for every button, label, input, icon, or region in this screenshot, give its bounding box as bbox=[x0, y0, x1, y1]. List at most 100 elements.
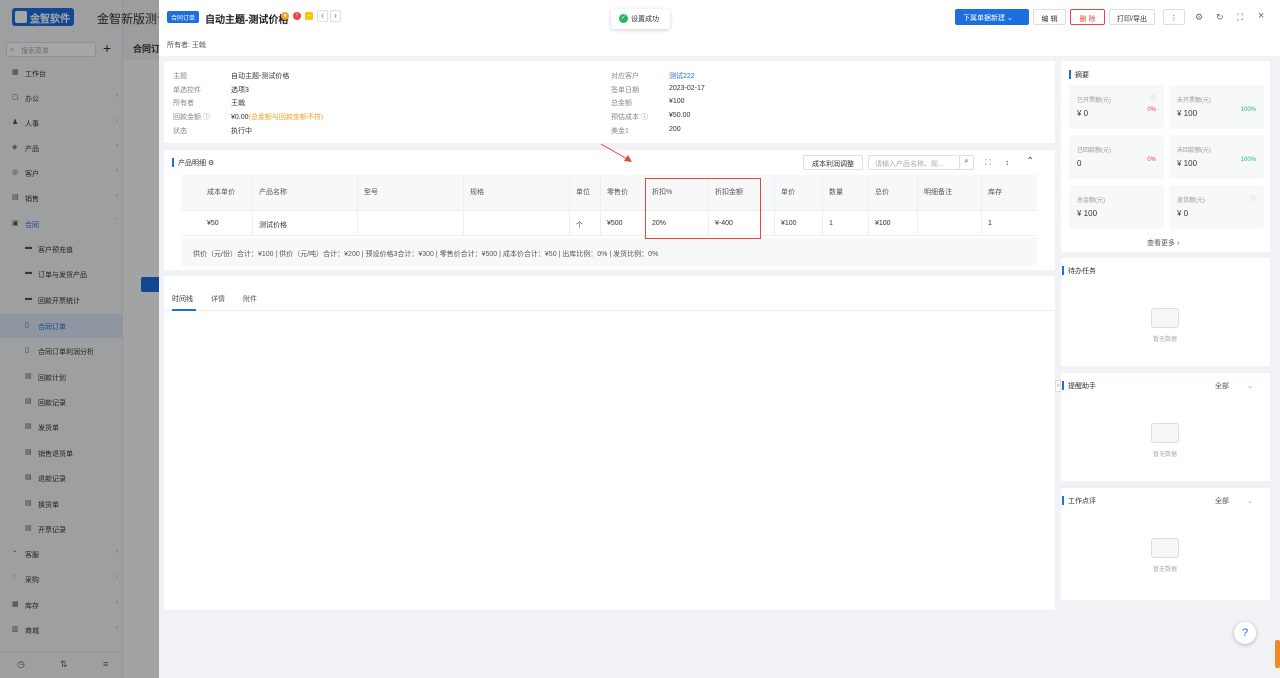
delete-button[interactable]: 删 除 bbox=[1070, 9, 1105, 25]
help-circle-icon[interactable]: ⓘ bbox=[1150, 94, 1156, 103]
empty-text: 暂无数据 bbox=[1152, 567, 1177, 573]
owner-line: 所有者: 王戟 bbox=[167, 40, 206, 50]
stat-value: ¥ 100 bbox=[1177, 109, 1198, 118]
edit-button[interactable]: 编 辑 bbox=[1033, 9, 1066, 25]
stat-label: 未开票额(元) bbox=[1177, 98, 1211, 104]
collapse-handle[interactable]: › bbox=[1055, 380, 1061, 392]
empty-box-icon bbox=[1151, 538, 1179, 558]
settings-icon[interactable]: ⚙ bbox=[1195, 12, 1203, 23]
column-header: 成本单价 bbox=[201, 175, 253, 211]
expand-icon[interactable]: ⛶ bbox=[985, 158, 991, 168]
tab-timeline[interactable]: 时间线 bbox=[172, 294, 193, 304]
info-label-with-help: 预估成本 ⓘ bbox=[611, 112, 648, 122]
refresh-icon[interactable]: ↻ bbox=[1216, 12, 1224, 23]
next-record-button[interactable]: › bbox=[330, 10, 341, 22]
settings-icon[interactable]: ⚙ bbox=[208, 160, 214, 167]
table-cell: ¥500 bbox=[601, 212, 646, 236]
stat-value: ¥ 100 bbox=[1077, 209, 1098, 218]
info-value-amount: ¥0.00 bbox=[231, 114, 249, 121]
help-button[interactable]: ? bbox=[1234, 622, 1256, 644]
info-label: 总金额 bbox=[611, 100, 632, 107]
summary-stat: 总金额(元) ¥ 100 bbox=[1069, 185, 1164, 229]
summary-panel: 摘要 已开票额(元) ¥ 0 0% ⓘ 未开票额(元) ¥ 100 100% 已回款额(元… bbox=[1061, 61, 1270, 252]
stat-value: ¥ 100 bbox=[1177, 159, 1198, 168]
view-more-link[interactable]: 查看更多 › bbox=[1147, 238, 1179, 248]
table-summary-bar: 供价（元/份）合计：¥100 | 供价（元/吨）合计：¥200 | 预设价格3合… bbox=[181, 238, 1037, 266]
column-header: 产品名称 bbox=[253, 175, 358, 211]
fullscreen-icon[interactable]: ⛶ bbox=[1237, 12, 1243, 23]
column-header: 数量 bbox=[823, 175, 869, 211]
print-export-button[interactable]: 打印/导出 bbox=[1109, 9, 1155, 25]
review-title: 工作点评 bbox=[1062, 496, 1096, 506]
alert-icon[interactable]: ! bbox=[293, 12, 301, 20]
table-header: 成本单价 产品名称 型号 规格 单位 零售价 折扣% 折扣金额 单价 数量 总价… bbox=[181, 175, 1037, 211]
search-button[interactable]: ⌕ bbox=[959, 155, 974, 170]
todo-panel: 待办任务 暂无数据 bbox=[1061, 258, 1270, 366]
lock-icon[interactable]: ▪ bbox=[305, 12, 313, 20]
annotation-arrow bbox=[600, 143, 632, 162]
info-label: 回款金额 bbox=[173, 114, 201, 121]
tab-attachments[interactable]: 附件 bbox=[243, 294, 257, 304]
side-floating-tab[interactable] bbox=[1275, 640, 1280, 668]
basic-info-card: 主题 自动主题-测试价格 单选控件 选项3 所有者 王戟 回款金额 ⓘ ¥0.0… bbox=[164, 61, 1055, 143]
new-sub-document-label: 下属单据新建 bbox=[963, 15, 1005, 22]
reminder-filter-select[interactable]: 全部 ⌄ bbox=[1215, 381, 1253, 391]
chevron-right-icon: › bbox=[1176, 240, 1180, 247]
table-cell: ¥100 bbox=[775, 212, 823, 236]
active-tab-indicator bbox=[172, 309, 196, 311]
info-value: 自动主题-测试价格 bbox=[231, 73, 290, 80]
product-name-link[interactable]: 测试价格 bbox=[253, 212, 358, 236]
new-sub-document-button[interactable]: 下属单据新建 ⌄ bbox=[955, 9, 1029, 25]
check-circle-icon: ✓ bbox=[619, 14, 628, 23]
stat-label: 总金额(元) bbox=[1077, 198, 1105, 204]
tab-details[interactable]: 详情 bbox=[211, 294, 225, 304]
summary-stat: 未回款额(元) ¥ 100 100% bbox=[1169, 135, 1264, 179]
product-search-input[interactable]: 请输入产品名称、规... bbox=[868, 155, 960, 170]
more-button[interactable]: ⋮ bbox=[1163, 9, 1185, 25]
info-label: 美金1 bbox=[611, 128, 629, 135]
info-value: 选项3 bbox=[231, 87, 249, 94]
reminder-title: 提醒助手 bbox=[1062, 381, 1096, 391]
prev-record-button[interactable]: ‹ bbox=[317, 10, 328, 22]
toast-message: ✓ 设置成功 bbox=[611, 9, 670, 29]
empty-state: 暂无数据 bbox=[1135, 308, 1195, 343]
table-summary-text: 供价（元/份）合计：¥100 | 供价（元/吨）合计：¥200 | 预设价格3合… bbox=[193, 251, 659, 258]
info-label: 预估成本 bbox=[611, 114, 639, 121]
question-icon: ? bbox=[1241, 627, 1249, 639]
close-icon[interactable]: × bbox=[1258, 10, 1264, 22]
info-value: ¥100 bbox=[669, 98, 685, 105]
info-label-with-help: 回款金额 ⓘ bbox=[173, 112, 210, 122]
stat-value: ¥ 0 bbox=[1177, 209, 1189, 218]
column-header: 规格 bbox=[464, 175, 570, 211]
table-cell bbox=[358, 212, 464, 236]
column-header: 明细备注 bbox=[918, 175, 982, 211]
help-circle-icon[interactable]: ⓘ bbox=[203, 114, 210, 121]
cost-profit-adjust-button[interactable]: 成本利润调整 bbox=[803, 155, 863, 170]
chevron-down-icon: ⌄ bbox=[1246, 498, 1253, 505]
help-circle-icon[interactable]: ⓘ bbox=[641, 114, 648, 121]
info-value: 2023-02-17 bbox=[669, 85, 705, 92]
sort-vertical-icon[interactable]: ↕ bbox=[1005, 158, 1009, 167]
table-row[interactable]: ¥50 测试价格 个 ¥500 20% ¥-400 ¥100 1 ¥100 1 bbox=[181, 212, 1037, 236]
star-icon[interactable]: ★ bbox=[281, 12, 289, 20]
table-cell: 1 bbox=[988, 220, 992, 227]
empty-state: 暂无数据 bbox=[1135, 423, 1195, 458]
empty-state: 暂无数据 bbox=[1135, 538, 1195, 573]
info-label: 主题 bbox=[173, 73, 187, 80]
column-header: 单价 bbox=[775, 175, 823, 211]
info-label: 单选控件 bbox=[173, 87, 201, 94]
owner-label: 所有者: bbox=[167, 42, 190, 49]
review-filter-select[interactable]: 全部 ⌄ bbox=[1215, 496, 1253, 506]
stat-percent: 0% bbox=[1147, 157, 1156, 163]
empty-text: 暂无数据 bbox=[1152, 337, 1177, 343]
record-type-tag: 合同订单 bbox=[167, 11, 200, 23]
column-header: 总价 bbox=[869, 175, 918, 211]
info-value: ¥0.00(总金额与回款金额不符) bbox=[231, 112, 323, 122]
table-cell: ¥100 bbox=[869, 212, 918, 236]
summary-stat: 已回款额(元) 0 0% bbox=[1069, 135, 1164, 179]
customer-link[interactable]: 测试222 bbox=[669, 71, 695, 81]
chevron-up-icon[interactable]: ⌃ bbox=[1026, 156, 1034, 167]
chevron-down-icon: ⌄ bbox=[1246, 383, 1253, 390]
help-circle-icon[interactable]: ⓘ bbox=[1250, 194, 1256, 203]
stat-percent: 100% bbox=[1240, 107, 1256, 113]
